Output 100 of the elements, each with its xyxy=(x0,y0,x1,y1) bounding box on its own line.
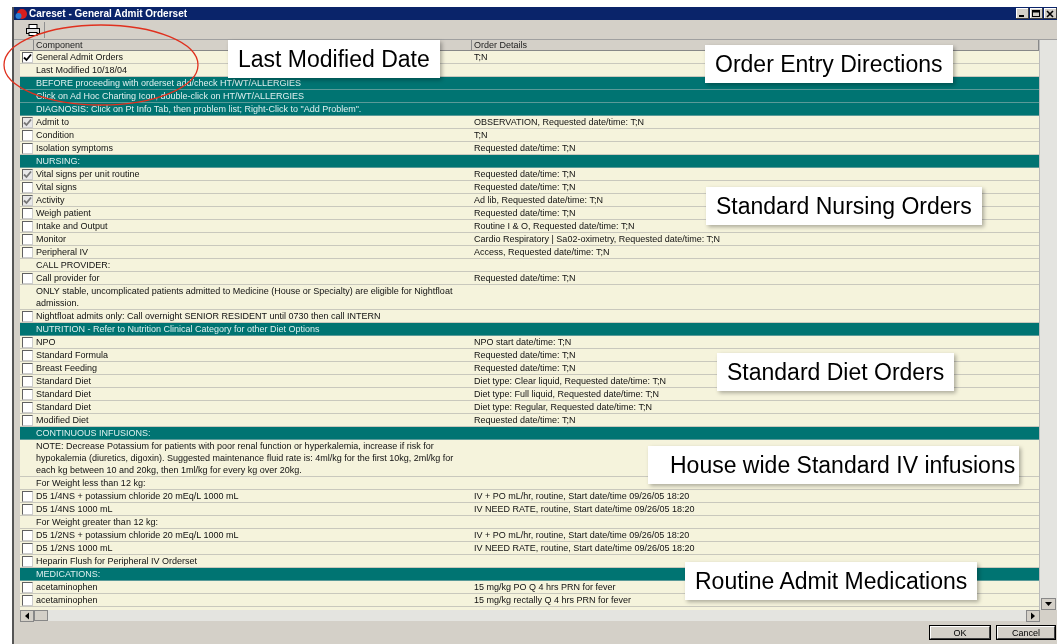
checkbox[interactable] xyxy=(21,246,33,258)
component-cell: Standard Diet xyxy=(36,389,92,399)
checkbox[interactable] xyxy=(21,220,33,232)
note-text: CALL PROVIDER: xyxy=(36,260,111,270)
order-details-cell: IV + PO mL/hr, routine, Start date/time 09/26/05 18:20 xyxy=(474,530,690,540)
order-details-cell: Ad lib, Requested date/time: T;N xyxy=(474,195,603,205)
section-header: NURSING: xyxy=(20,155,1039,167)
checkbox[interactable] xyxy=(21,181,33,193)
vertical-scrollbar[interactable] xyxy=(1039,40,1057,610)
component-cell: Isolation symptoms xyxy=(36,143,114,153)
order-details-cell: Routine I & O, Requested date/time: T;N xyxy=(474,221,635,231)
window-title: Careset - General Admit Orderset xyxy=(29,8,189,19)
note-text: Last Modified 10/18/04 xyxy=(36,65,128,75)
note-text: For Weight greater than 12 kg: xyxy=(36,517,158,527)
checkbox[interactable] xyxy=(21,336,33,348)
checkbox[interactable] xyxy=(21,272,33,284)
component-cell: Standard Formula xyxy=(36,350,109,360)
column-header[interactable]: Order Details xyxy=(474,40,527,50)
component-cell: Breast Feeding xyxy=(36,363,98,373)
checkbox[interactable] xyxy=(21,542,33,554)
callout-label: House wide Standard IV infusions xyxy=(648,446,1020,484)
order-details-cell: T;N xyxy=(474,130,488,140)
component-cell: Activity xyxy=(36,195,65,205)
checkbox[interactable] xyxy=(21,503,33,515)
component-cell: Vital signs xyxy=(36,182,77,192)
component-cell: Nightfloat admits only: Call overnight SENIOR RESIDENT until 0730 then call INTERN xyxy=(36,311,381,321)
order-details-cell: Requested date/time: T;N xyxy=(474,363,576,373)
minimize-button[interactable] xyxy=(1016,8,1029,19)
close-button[interactable] xyxy=(1044,8,1057,19)
section-header: DIAGNOSIS: Click on Pt Info Tab, then problem list; Right-Click to "Add Problem". xyxy=(20,103,1039,115)
component-cell: D5 1/4NS + potassium chloride 20 mEq/L 1000 mL xyxy=(36,491,239,501)
order-details-cell: Requested date/time: T;N xyxy=(474,143,576,153)
order-details-cell: Diet type: Regular, Requested date/time: T;N xyxy=(474,402,652,412)
checkbox[interactable] xyxy=(21,362,33,374)
checkbox[interactable] xyxy=(21,129,33,141)
component-cell: D5 1/2NS + potassium chloride 20 mEq/L 1000 mL xyxy=(36,530,239,540)
order-details-cell: Access, Requested date/time: T;N xyxy=(474,247,610,257)
checkbox[interactable] xyxy=(21,349,33,361)
order-details-cell: IV NEED RATE, routine, Start date/time 09/26/05 18:20 xyxy=(474,504,695,514)
component-cell: D5 1/4NS 1000 mL xyxy=(36,504,113,514)
order-details-cell: Requested date/time: T;N xyxy=(474,208,576,218)
callout-label: Last Modified Date xyxy=(228,40,440,78)
note-text: NOTE: Decrease Potassium for patients with poor renal function or hyperkalemia, increase if risk for hypokalemia (diuretics, digoxin). Suggested maintenance fluid rate is: 4ml/kg for the first 10kg, 2ml/kg for each kg between 10 and 20kg, then 1ml/kg for every kg over 20kg. xyxy=(36,441,454,475)
scroll-thumb[interactable] xyxy=(34,610,48,621)
checkbox[interactable] xyxy=(21,375,33,387)
checkbox[interactable] xyxy=(21,51,33,63)
checkbox[interactable] xyxy=(21,207,33,219)
section-header: NUTRITION - Refer to Nutrition Clinical Category for other Diet Options xyxy=(20,323,1039,335)
checkbox[interactable] xyxy=(21,555,33,567)
component-cell: Peripheral IV xyxy=(36,247,89,257)
component-cell: NPO xyxy=(36,337,56,347)
section-header: CONTINUOUS INFUSIONS: xyxy=(20,427,1039,439)
checkbox[interactable] xyxy=(21,414,33,426)
component-cell: Modified Diet xyxy=(36,415,89,425)
checkbox[interactable] xyxy=(21,581,33,593)
checkbox[interactable] xyxy=(21,142,33,154)
order-details-cell: Requested date/time: T;N xyxy=(474,350,576,360)
checkbox[interactable] xyxy=(21,490,33,502)
order-details-cell: IV + PO mL/hr, routine, Start date/time 09/26/05 18:20 xyxy=(474,491,690,501)
order-details-cell: Requested date/time: T;N xyxy=(474,415,576,425)
callout-label: Standard Nursing Orders xyxy=(706,187,982,225)
component-cell: Condition xyxy=(36,130,75,140)
component-cell: Standard Diet xyxy=(36,402,92,412)
callout-label: Order Entry Directions xyxy=(705,45,953,83)
checkbox[interactable] xyxy=(21,401,33,413)
component-cell: D5 1/2NS 1000 mL xyxy=(36,543,113,553)
component-cell: Heparin Flush for Peripheral IV Orderset xyxy=(36,556,198,566)
checkbox[interactable] xyxy=(21,310,33,322)
cancel-button[interactable]: Cancel xyxy=(997,626,1055,639)
maximize-button[interactable] xyxy=(1030,8,1043,19)
callout-label: Standard Diet Orders xyxy=(717,353,955,391)
order-details-cell: T;N xyxy=(474,52,488,62)
component-cell: Admit to xyxy=(36,117,69,127)
component-cell: Standard Diet xyxy=(36,376,92,386)
callout-label: Routine Admit Medications xyxy=(685,562,978,600)
checkbox[interactable] xyxy=(21,529,33,541)
component-cell: Weigh patient xyxy=(36,208,91,218)
component-cell: Call provider for xyxy=(36,273,100,283)
horizontal-scrollbar[interactable] xyxy=(20,610,1040,621)
component-cell: acetaminophen xyxy=(36,595,98,605)
component-cell: acetaminophen xyxy=(36,582,98,592)
note-text: For Weight less than 12 kg: xyxy=(36,478,146,488)
order-details-cell: Diet type: Full liquid, Requested date/time: T;N xyxy=(474,389,659,399)
order-details-cell: NPO start date/time: T;N xyxy=(474,337,572,347)
order-details-cell: Requested date/time: T;N xyxy=(474,273,576,283)
component-cell: Vital signs per unit routine xyxy=(36,169,140,179)
order-details-cell: IV NEED RATE, routine, Start date/time 09/26/05 18:20 xyxy=(474,543,695,553)
order-details-cell: Cardio Respiratory | Sa02-oximetry, Requested date/time: T;N xyxy=(474,234,721,244)
ok-button[interactable]: OK xyxy=(930,626,990,639)
checkbox[interactable] xyxy=(21,233,33,245)
component-cell: Intake and Output xyxy=(36,221,108,231)
order-details-cell: Requested date/time: T;N xyxy=(474,169,576,179)
order-details-cell: Diet type: Clear liquid, Requested date/time: T;N xyxy=(474,376,666,386)
app-icon xyxy=(15,7,27,20)
order-details-cell: 15 mg/kg PO Q 4 hrs PRN for fever xyxy=(474,582,616,592)
order-details-cell: OBSERVATION, Requested date/time: T;N xyxy=(474,117,644,127)
order-details-cell: Requested date/time: T;N xyxy=(474,182,576,192)
checkbox[interactable] xyxy=(21,388,33,400)
checkbox[interactable] xyxy=(21,594,33,606)
column-header[interactable]: Component xyxy=(36,40,83,50)
